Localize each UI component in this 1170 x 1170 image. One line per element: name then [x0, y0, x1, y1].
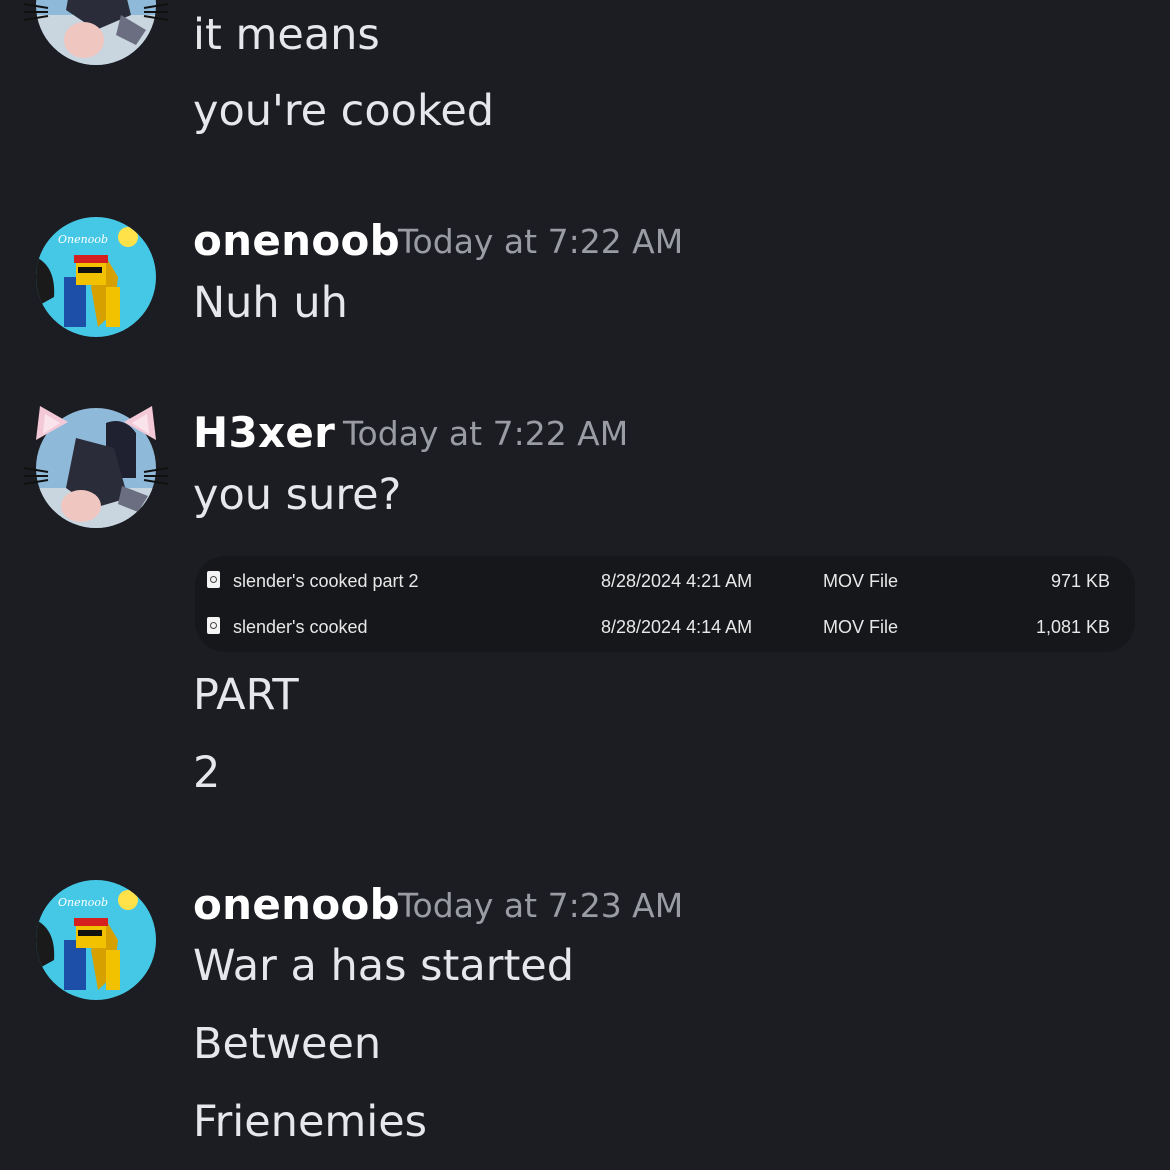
- file-name: slender's cooked: [233, 617, 368, 637]
- h3xer-whisker-left: [22, 462, 52, 492]
- username[interactable]: onenoob: [193, 216, 400, 265]
- username[interactable]: onenoob: [193, 880, 400, 929]
- onenoob-avatar-art: Onenoob: [36, 880, 156, 1000]
- h3xer-avatar-art: [36, 0, 156, 65]
- cat-ear-right-icon: [122, 404, 158, 440]
- file-date: 8/28/2024 4:14 AM: [601, 617, 753, 637]
- message-text: you're cooked: [193, 86, 495, 136]
- username[interactable]: H3xer: [193, 408, 335, 457]
- message-text: you sure?: [193, 470, 402, 520]
- onenoob-avatar[interactable]: Onenoob: [36, 880, 156, 1000]
- file-name: slender's cooked part 2: [233, 571, 419, 591]
- cat-ear-left-icon: [34, 404, 70, 440]
- avatar-text: Onenoob: [58, 896, 108, 909]
- onenoob-avatar[interactable]: Onenoob: [36, 217, 156, 337]
- mov-file-icon: [207, 571, 220, 588]
- message-timestamp: Today at 7:22 AM: [398, 222, 684, 261]
- h3xer-whisker-right: [140, 462, 170, 492]
- file-size: 971 KB: [1050, 571, 1110, 591]
- h3xer-avatar[interactable]: [36, 0, 156, 65]
- h3xer-whisker-left: [22, 0, 52, 28]
- file-type: MOV File: [823, 617, 899, 637]
- message-text: War a has started: [193, 941, 575, 991]
- message-text: PART: [193, 670, 299, 720]
- file-row: slender's cooked 8/28/2024 4:14 AM MOV F…: [195, 606, 1135, 646]
- onenoob-avatar-art: Onenoob: [36, 217, 156, 337]
- message-text: 2: [193, 748, 221, 798]
- file-date: 8/28/2024 4:21 AM: [601, 571, 753, 591]
- message-text: Frienemies: [193, 1097, 428, 1147]
- message-text: it means: [193, 10, 380, 60]
- avatar-text: Onenoob: [58, 233, 108, 246]
- file-row: slender's cooked part 2 8/28/2024 4:21 A…: [195, 560, 1135, 600]
- mov-file-icon: [207, 617, 220, 634]
- image-attachment[interactable]: slender's cooked part 2 8/28/2024 4:21 A…: [195, 556, 1135, 652]
- message-timestamp: Today at 7:23 AM: [398, 886, 684, 925]
- h3xer-whisker-right: [140, 0, 170, 28]
- file-size: 1,081 KB: [1035, 617, 1110, 637]
- message-timestamp: Today at 7:22 AM: [343, 414, 629, 453]
- message-text: Between: [193, 1019, 382, 1069]
- message-text: Nuh uh: [193, 278, 348, 328]
- file-type: MOV File: [823, 571, 899, 591]
